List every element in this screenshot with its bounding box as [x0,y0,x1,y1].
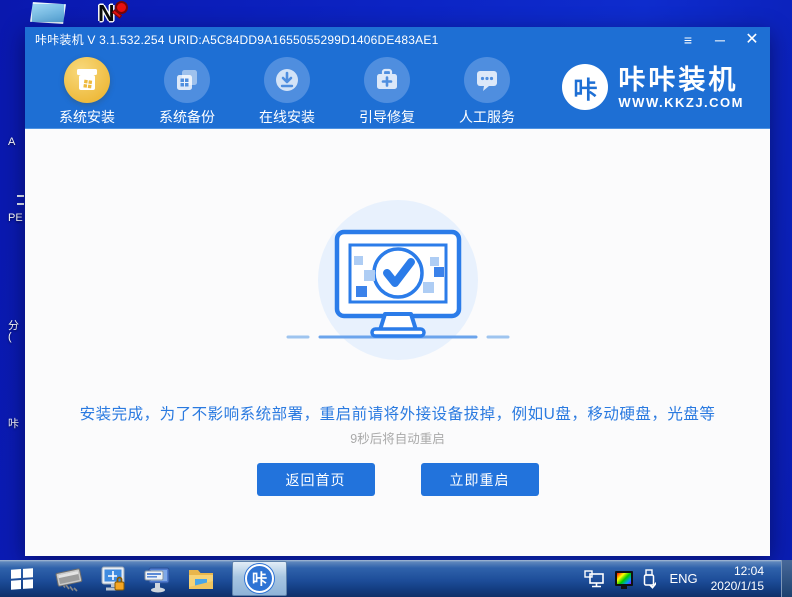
nav-label: 人工服务 [459,109,515,125]
nav-label: 引导修复 [359,109,415,125]
home-button[interactable]: 返回首页 [256,463,375,496]
close-icon[interactable]: ✕ [744,31,760,47]
taskbar-monitor-keyboard-icon[interactable] [140,560,174,597]
nav-item-boot-repair[interactable]: 引导修复 [352,52,422,127]
clock-date: 2020/1/15 [710,578,764,593]
brand-badge-icon: 咔 [562,64,609,110]
nav-item-system-backup[interactable]: 系统备份 [152,52,222,127]
windows-logo-icon [10,568,32,590]
display-color-icon[interactable] [615,571,634,589]
taskbar: 咔 ENG 12:04 2020/1/15 [0,560,792,597]
nav-label: 系统备份 [159,109,215,125]
taskbar-kaka-app-button[interactable]: 咔 [232,561,287,596]
download-icon [264,57,310,103]
taskbar-folder-icon[interactable] [184,560,218,597]
nav-item-system-install[interactable]: 系统安装 [52,52,122,127]
restart-countdown: 9秒后将自动重启 [350,432,445,446]
language-indicator[interactable]: ENG [669,571,697,586]
kaka-app-icon: 咔 [245,564,274,593]
brand-name: 咔咔装机 [618,64,739,95]
network-icon[interactable] [584,569,606,588]
nav-label: 系统安装 [59,109,115,125]
backup-copy-icon [164,57,210,103]
nav-bar: 系统安装 系统备份 在线安装 引导修复 人工服务 咔 咔咔装机 WWW.KKZJ… [25,52,770,129]
monitor-check-illustration [286,200,509,360]
taskbar-monitor-lock-icon[interactable] [96,560,130,597]
repair-toolbox-icon [364,57,410,103]
restart-now-button[interactable]: 立即重启 [420,463,539,496]
window-title: 咔咔装机 V 3.1.532.254 URID:A5C84DD9A1655055… [35,33,439,47]
show-desktop-button[interactable] [781,560,792,597]
nav-label: 在线安装 [259,109,315,125]
nav-item-human-service[interactable]: 人工服务 [452,52,522,127]
brand-logo: 咔 咔咔装机 WWW.KKZJ.COM [562,64,744,110]
clock-time: 12:04 [733,563,764,578]
desktop-nkey-tool-icon[interactable]: N [98,1,138,27]
system-tray: ENG 12:04 2020/1/15 [584,560,792,597]
clock[interactable]: 12:04 2020/1/15 [711,564,764,594]
desktop-icon-fragment [17,195,24,197]
menu-icon[interactable]: ≡ [680,33,696,47]
taskbar-memory-chip-icon[interactable] [52,560,86,597]
usb-icon[interactable] [642,568,657,589]
nav-item-online-install[interactable]: 在线安装 [252,52,322,127]
kaka-installer-window: 咔咔装机 V 3.1.532.254 URID:A5C84DD9A1655055… [25,27,770,556]
titlebar[interactable]: 咔咔装机 V 3.1.532.254 URID:A5C84DD9A1655055… [25,27,770,52]
install-box-icon [64,57,110,103]
start-button[interactable] [0,560,42,597]
completion-message: 安装完成，为了不影响系统部署，重启前请将外接设备拔掉，例如U盘，移动硬盘，光盘等 [79,406,716,423]
main-content: 安装完成，为了不影响系统部署，重启前请将外接设备拔掉，例如U盘，移动硬盘，光盘等… [25,129,770,556]
chat-service-icon [464,57,510,103]
desktop-icon-fragment [17,203,24,205]
minimize-icon[interactable]: ─ [712,33,728,47]
brand-url: WWW.KKZJ.COM [618,94,744,110]
desktop-computer-icon[interactable] [30,2,66,24]
